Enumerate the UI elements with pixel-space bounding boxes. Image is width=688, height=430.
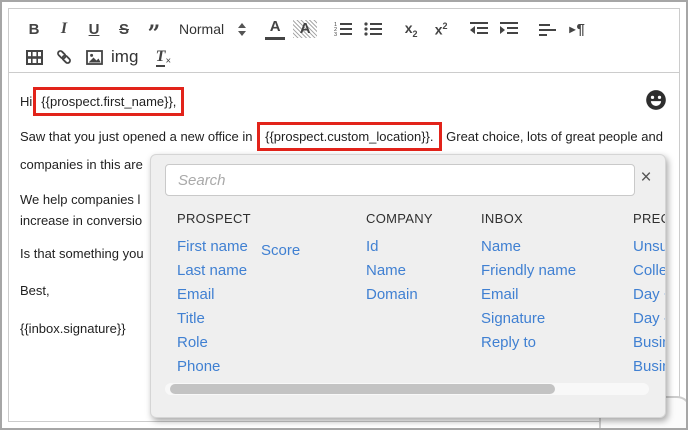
column-company: COMPANY Id Name Domain: [366, 211, 466, 307]
link-button[interactable]: [49, 45, 79, 69]
strikethrough-button[interactable]: S: [109, 17, 139, 41]
superscript-icon: x2: [434, 20, 448, 38]
smiley-icon: [646, 90, 666, 110]
highlight-color-button[interactable]: A: [290, 17, 320, 41]
field-role[interactable]: Role: [177, 331, 347, 355]
pitch-line-2: increase in conversio: [20, 213, 143, 228]
question-line: Is that something you: [20, 246, 144, 261]
office-line-pre: Saw that you just opened a new office in: [20, 129, 253, 144]
greeting-line: Hi {{prospect.first_name}},: [20, 87, 185, 116]
bullet-list-icon: [364, 22, 383, 36]
column-header: COMPANY: [366, 211, 433, 226]
image-button[interactable]: [79, 45, 109, 69]
office-line: Saw that you just opened a new office in…: [20, 122, 663, 151]
text-direction-icon: ▶¶: [569, 20, 585, 38]
indent-button[interactable]: [494, 17, 524, 41]
text-color-button[interactable]: A: [260, 17, 290, 41]
greeting-prefix: Hi: [20, 94, 33, 109]
custom-location-merge-tag[interactable]: {{prospect.custom_location}}.: [257, 122, 442, 151]
paragraph-format-dropdown[interactable]: Normal: [179, 21, 247, 37]
subscript-button[interactable]: x2: [396, 17, 426, 41]
underline-button[interactable]: U: [79, 17, 109, 41]
subscript-icon: x2: [404, 19, 418, 39]
outdent-icon: [470, 22, 489, 34]
merge-field-popup: × PROSPECT First name Last name Email Ti…: [150, 154, 666, 418]
field-friendly-name[interactable]: Friendly name: [481, 259, 611, 283]
outdent-button[interactable]: [464, 17, 494, 41]
field-inbox-name[interactable]: Name: [481, 235, 611, 259]
text-color-icon: A: [265, 19, 286, 40]
align-button[interactable]: [532, 17, 562, 41]
svg-text:3: 3: [334, 32, 337, 37]
field-unsubscribe[interactable]: Unsub: [633, 235, 665, 259]
field-day-minus[interactable]: Day - 1: [633, 307, 665, 331]
ordered-list-button[interactable]: 123: [328, 17, 358, 41]
superscript-button[interactable]: x2: [426, 17, 456, 41]
field-score[interactable]: Score: [261, 239, 300, 263]
office-line-post: Great choice, lots of great people and: [446, 129, 663, 144]
signature-merge-tag-line: {{inbox.signature}}: [20, 321, 126, 336]
video-button[interactable]: [19, 45, 49, 69]
field-reply-to[interactable]: Reply to: [481, 331, 611, 355]
link-icon: [57, 50, 71, 64]
column-header: INBOX: [481, 211, 523, 226]
clear-formatting-button[interactable]: T×: [148, 45, 178, 69]
field-signature[interactable]: Signature: [481, 307, 611, 331]
editor-toolbar: B I U S ” Normal A A 1 2 3 x2 x2 ▶¶ img …: [9, 9, 679, 73]
blockquote-button[interactable]: ”: [139, 17, 169, 45]
emoji-picker-button[interactable]: [644, 88, 668, 112]
field-phone[interactable]: Phone: [177, 355, 347, 379]
horizontal-scrollbar-track[interactable]: [165, 383, 649, 395]
text-direction-button[interactable]: ▶¶: [562, 17, 592, 41]
align-icon: [538, 24, 556, 36]
field-business-1[interactable]: Busin: [633, 331, 665, 355]
office-line-wrap: companies in this are: [20, 157, 143, 172]
bold-button[interactable]: B: [19, 17, 49, 41]
format-selected-label: Normal: [179, 21, 225, 37]
ordered-list-icon: 123: [334, 22, 353, 37]
column-header: PROSPECT: [177, 211, 251, 226]
field-email[interactable]: Email: [177, 283, 347, 307]
dropdown-arrows-icon: [238, 22, 247, 36]
field-colleague[interactable]: Collea: [633, 259, 665, 283]
indent-icon: [500, 22, 519, 34]
field-domain[interactable]: Domain: [366, 283, 466, 307]
search-input[interactable]: [165, 164, 635, 196]
column-preconfigured: PRECO Unsub Collea Day + Day - 1 Busin B…: [633, 211, 665, 379]
close-button[interactable]: ×: [635, 167, 657, 189]
highlight-color-icon: A: [293, 20, 318, 38]
toolbar-row-2: img T×: [19, 43, 669, 71]
italic-button[interactable]: I: [49, 17, 79, 41]
signoff-line: Best,: [20, 283, 50, 298]
column-header: PRECO: [633, 211, 665, 226]
field-title[interactable]: Title: [177, 307, 347, 331]
column-prospect: PROSPECT First name Last name Email Titl…: [177, 211, 347, 379]
first-name-merge-tag[interactable]: {{prospect.first_name}},: [33, 87, 185, 116]
editor-window: B I U S ” Normal A A 1 2 3 x2 x2 ▶¶ img …: [0, 0, 688, 430]
field-inbox-email[interactable]: Email: [481, 283, 611, 307]
bullet-list-button[interactable]: [358, 17, 388, 41]
toolbar-row-1: B I U S ” Normal A A 1 2 3 x2 x2 ▶¶: [19, 15, 669, 46]
img-button[interactable]: img: [109, 45, 140, 69]
field-day-plus[interactable]: Day +: [633, 283, 665, 307]
video-icon: [25, 49, 43, 65]
clear-formatting-icon: T×: [155, 47, 172, 67]
pitch-line-1: We help companies l: [20, 192, 141, 207]
horizontal-scrollbar-thumb[interactable]: [170, 384, 555, 394]
field-id[interactable]: Id: [366, 235, 466, 259]
image-icon: [85, 49, 103, 65]
field-business-2[interactable]: Busin: [633, 355, 665, 379]
column-inbox: INBOX Name Friendly name Email Signature…: [481, 211, 611, 355]
field-name[interactable]: Name: [366, 259, 466, 283]
